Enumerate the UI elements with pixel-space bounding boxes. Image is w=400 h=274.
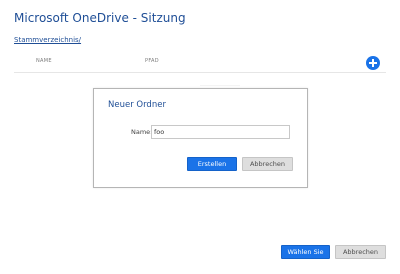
table-header: NAME PFAD	[14, 52, 386, 73]
column-header-name: NAME	[36, 58, 52, 64]
new-folder-dialog: Neuer Ordner Name: Erstellen Abbrechen	[93, 88, 308, 188]
breadcrumb-root-link[interactable]: Stammverzeichnis/	[14, 36, 81, 44]
plus-circle-icon[interactable]	[366, 56, 380, 70]
column-header-path: PFAD	[145, 58, 159, 64]
name-label: Name:	[131, 128, 153, 136]
page-title: Microsoft OneDrive - Sitzung	[14, 11, 186, 25]
dialog-title: Neuer Ordner	[108, 100, 166, 110]
cancel-button[interactable]: Abbrechen	[335, 245, 386, 259]
table-row	[200, 85, 240, 86]
choose-button[interactable]: Wählen Sie	[281, 245, 330, 259]
folder-name-input[interactable]	[151, 125, 290, 139]
create-button[interactable]: Erstellen	[187, 157, 237, 171]
dialog-cancel-button[interactable]: Abbrechen	[242, 157, 293, 171]
